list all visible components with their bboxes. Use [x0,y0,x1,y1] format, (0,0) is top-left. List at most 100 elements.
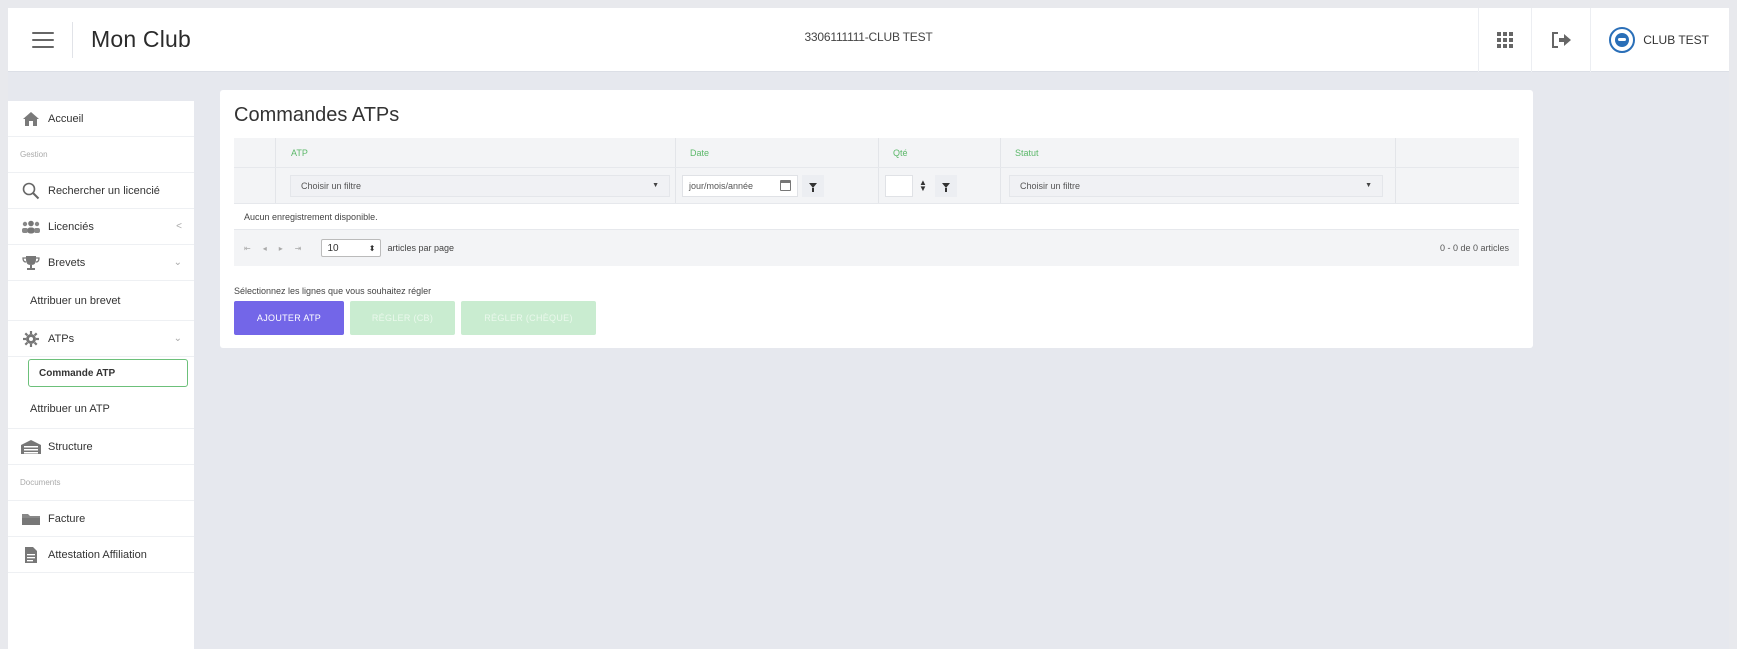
qte-spinner[interactable]: ▲ ▼ [919,178,927,192]
sidebar-item-label: Accueil [48,112,84,125]
sidebar-item-label: ATPs [48,332,75,345]
qte-filter-button[interactable] [934,174,957,197]
chevron-left-icon: < [176,221,182,232]
sidebar-subitem-attribuer-atp[interactable]: Attribuer un ATP [8,389,194,429]
header-divider [72,21,73,58]
trophy-icon [20,254,42,272]
filter-cell-date: jour/mois/année [676,168,879,203]
user-name: CLUB TEST [1643,33,1709,47]
filter-cell-atp: Choisir un filtre ▼ [276,168,676,203]
column-header-qte[interactable]: Qté [879,138,1001,167]
column-header-label: Statut [1015,147,1039,158]
sidebar-section-gestion: Gestion [8,137,194,173]
calendar-icon[interactable] [780,180,791,191]
pager-info: 0 - 0 de 0 articles [1439,243,1509,253]
search-icon [20,182,42,200]
next-page-icon[interactable]: ▸ [279,244,283,253]
page-title: Commandes ATPs [234,104,400,126]
atp-filter-placeholder: Choisir un filtre [301,180,362,191]
club-logo-icon [1609,27,1636,53]
chevron-down-icon: ⌄ [173,333,182,344]
column-header-statut[interactable]: Statut [1001,138,1396,167]
column-header-date[interactable]: Date [676,138,879,167]
sidebar-item-licencies[interactable]: Licenciés < [8,209,194,245]
page-size-select[interactable]: 10 ⬍ [321,239,382,257]
grid-header-row: ATP Date Qté Statut [234,138,1519,168]
logout-icon [1552,32,1572,48]
pay-cb-button[interactable]: RÉGLER (CB) [350,301,455,335]
filter-cell-statut: Choisir un filtre ▼ [1001,168,1396,203]
sidebar-item-label: Licenciés [48,220,94,233]
folder-icon [20,510,42,528]
column-header-label: Qté [893,147,908,158]
sidebar-subitem-commande-atp[interactable]: Commande ATP [28,359,188,387]
sidebar-section-documents: Documents [8,465,194,501]
qte-filter-input[interactable] [885,174,913,197]
page-size-value: 10 [327,242,339,254]
sidebar-item-label: Structure [48,440,93,453]
app-frame: Mon Club 3306111111-CLUB TEST CLUB TEST [8,8,1729,649]
statut-filter-select[interactable]: Choisir un filtre ▼ [1009,174,1383,197]
filter-icon [809,183,817,192]
chevron-down-icon: ⌄ [173,257,182,268]
filter-cell-qte: ▲ ▼ [879,168,1001,203]
sidebar-subitem-attribuer-brevet[interactable]: Attribuer un brevet [8,281,194,321]
filter-icon [941,183,950,192]
date-filter-button[interactable] [802,174,824,197]
commandes-grid: ATP Date Qté Statut Choisir un filtre ▼ … [234,138,1519,266]
commandes-panel: Commandes ATPs ATP Date Qté Statut Chois… [220,90,1533,348]
apps-grid-button[interactable] [1478,8,1531,72]
date-filter-input[interactable]: jour/mois/année [682,174,798,197]
column-header-actions [1396,138,1519,167]
sidebar-item-label: Rechercher un licencié [48,184,160,197]
atp-filter-select[interactable]: Choisir un filtre ▼ [290,174,670,197]
apps-grid-icon [1497,32,1514,48]
people-icon [20,218,42,236]
gear-icon [20,330,42,348]
sidebar-item-attestation[interactable]: Attestation Affiliation [8,537,194,573]
sidebar-item-search-licencie[interactable]: Rechercher un licencié [8,173,194,209]
stepper-icon: ⬍ [368,243,376,253]
menu-toggle-icon[interactable] [32,31,54,48]
page-size-label: articles par page [387,243,454,253]
last-page-icon[interactable]: ⇥ [295,244,302,253]
column-header-label: Date [690,147,710,158]
sidebar-item-structure[interactable]: Structure [8,429,194,465]
empty-message: Aucun enregistrement disponible. [234,204,1519,230]
app-title: Mon Club [91,26,192,52]
top-bar: Mon Club 3306111111-CLUB TEST CLUB TEST [8,8,1729,72]
date-filter-placeholder: jour/mois/année [689,180,754,191]
sidebar: Accueil Gestion Rechercher un licencié L… [8,101,194,649]
spin-down-icon[interactable]: ▼ [919,184,927,192]
logout-button[interactable] [1531,8,1590,72]
building-icon [20,438,42,456]
user-menu[interactable]: CLUB TEST [1590,8,1729,72]
filter-cell-actions [1396,168,1519,203]
add-atp-button[interactable]: AJOUTER ATP [234,301,344,335]
sidebar-item-label: Brevets [48,256,86,269]
sidebar-item-brevets[interactable]: Brevets ⌄ [8,245,194,281]
sidebar-item-accueil[interactable]: Accueil [8,101,194,137]
action-buttons: AJOUTER ATP RÉGLER (CB) RÉGLER (CHÈQUE) [234,301,596,335]
first-page-icon[interactable]: ⇤ [244,244,251,253]
sidebar-item-label: Facture [48,512,86,525]
document-icon [20,546,42,564]
dropdown-arrow-icon: ▼ [1365,182,1372,189]
grid-pager: ⇤ ◂ ▸ ⇥ 10 ⬍ articles par page 0 - 0 de … [234,230,1519,266]
sidebar-item-atps[interactable]: ATPs ⌄ [8,321,194,357]
filter-cell-empty [234,168,276,203]
sidebar-item-facture[interactable]: Facture [8,501,194,537]
home-icon [20,110,42,128]
grid-filter-row: Choisir un filtre ▼ jour/mois/année ▲▼ [234,168,1519,204]
column-header-label: ATP [291,147,308,158]
selection-hint: Sélectionnez les lignes que vous souhait… [234,286,432,296]
pay-cheque-button[interactable]: RÉGLER (CHÈQUE) [461,301,596,335]
select-column-header[interactable] [234,138,276,167]
statut-filter-placeholder: Choisir un filtre [1020,180,1081,191]
column-header-atp[interactable]: ATP [276,138,676,167]
sidebar-item-label: Attestation Affiliation [48,548,147,561]
dropdown-arrow-icon: ▼ [652,182,659,189]
top-right-actions: CLUB TEST [1478,8,1729,72]
club-identifier: 3306111111-CLUB TEST [804,30,933,44]
prev-page-icon[interactable]: ◂ [263,244,267,253]
